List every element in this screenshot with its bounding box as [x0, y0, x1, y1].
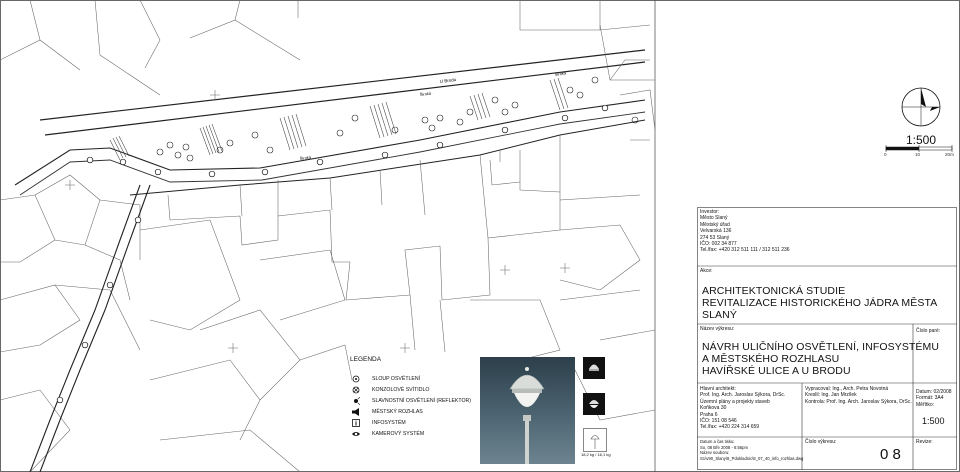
part-number-label: Číslo paré: [916, 328, 941, 334]
action-title: ARCHITEKTONICKÁ STUDIE REVITALIZACE HIST… [702, 285, 960, 321]
street-lamp-photo [480, 357, 575, 464]
info-icon [352, 419, 360, 427]
legend-label: SLAVNOSTNÍ OSVĚTLENÍ (REFLEKTOR) [372, 398, 471, 404]
print-line: S1\v90_Slany\8_Pdokladnic\8_07_40_info_r… [700, 455, 804, 461]
drawing-name-line: NÁVRH ULIČNÍHO OSVĚTLENÍ, INFOSYSTÉMU [702, 341, 940, 353]
drawing-name-line: HAVÍŘSKÉ ULICE A U BRODU [702, 365, 851, 377]
drawing-number: 0 8 [880, 446, 901, 463]
bracket-light-icon [352, 386, 360, 394]
action-line: ARCHITEKTONICKÁ STUDIE [702, 285, 846, 297]
north-arrow-icon [901, 87, 941, 127]
lamp-caption: 18,2 kg / 16,1 kg [581, 452, 611, 457]
detail-thumbnail-3 [583, 428, 607, 452]
lamp-head-icon [589, 400, 599, 408]
street-label-siroka-3: Široká [554, 70, 567, 77]
legend-label: SLOUP OSVĚTLENÍ [372, 376, 421, 382]
investor-line: Tel./fax: +420 312 511 111 / 312 511 236 [700, 247, 790, 254]
floodlight-icon [354, 397, 360, 405]
lamp-outline-icon [590, 435, 600, 449]
meta-scale: 1:500 [922, 416, 945, 426]
detail-thumbnail-2 [583, 393, 605, 415]
street-label-siroka: Široká [420, 91, 433, 97]
drawing-sheet: U Brodu Široká Široká Široká 1:500 0 10 … [0, 0, 960, 472]
legend-label: KONZOLOVÉ SVÍTIDLO [372, 387, 430, 393]
architect-line: Prof. Ing. Arch. Jaroslav Sýkora, DrSc. [700, 392, 786, 399]
investor-block: Investor: Město Slaný Městský úřad Velva… [700, 209, 790, 254]
action-label: Akce: [700, 268, 713, 274]
scale-tick-0: 0 [884, 152, 887, 157]
drawing-number-label: Číslo výkresu: [805, 439, 837, 445]
camera-eye-icon [352, 432, 360, 436]
street-lamp-icon [509, 367, 545, 464]
lamp-head-icon [589, 364, 599, 371]
action-line: REVITALIZACE HISTORICKÉHO JÁDRA MĚSTA SL… [702, 297, 937, 321]
street-label-siroka-2: Široká [299, 154, 312, 161]
people-line: Kontrola: Prof. Ing. Arch. Jaroslav Sýko… [805, 398, 912, 405]
legend-title: LEGENDA [350, 356, 382, 363]
drawing-name-label: Název výkresu: [700, 326, 735, 332]
people-block: Vypracoval: Ing., Arch. Petra Novotná Kr… [805, 386, 912, 405]
loudspeaker-icon [352, 408, 359, 416]
pole-light-icon [352, 375, 360, 383]
architect-block: Hlavní architekt: Prof. Ing. Arch. Jaros… [700, 386, 785, 431]
architect-line: Tel./fax: +420 224 314 659 [700, 424, 760, 431]
legend-label: KAMEROVÝ SYSTÉM [372, 431, 425, 437]
legend-label: INFOSYSTÉM [372, 420, 406, 426]
meta-block: Datum: 02/2008 Formát: 3A4 Měřítko: [916, 389, 952, 408]
drawing-name-line: A MĚSTSKÉHO ROZHLASU [702, 353, 840, 365]
street-label-u-brodu: U Brodu [440, 77, 457, 84]
drawing-name-title: NÁVRH ULIČNÍHO OSVĚTLENÍ, INFOSYSTÉMU A … [702, 341, 939, 377]
meta-scale-label: Měřítko: [916, 401, 935, 408]
print-block: Datum a čas tisku: So, 08 Bře 2008 - 6:5… [700, 439, 803, 461]
detail-thumbnail-1 [583, 357, 605, 379]
scale-label: 1:500 [906, 133, 937, 147]
scale-tick-10: 10 [915, 152, 921, 157]
scale-tick-20: 20m [945, 152, 954, 157]
legend-label: MĚSTSKÝ ROZHLAS [372, 409, 423, 415]
revision-label: Revize: [916, 439, 933, 445]
